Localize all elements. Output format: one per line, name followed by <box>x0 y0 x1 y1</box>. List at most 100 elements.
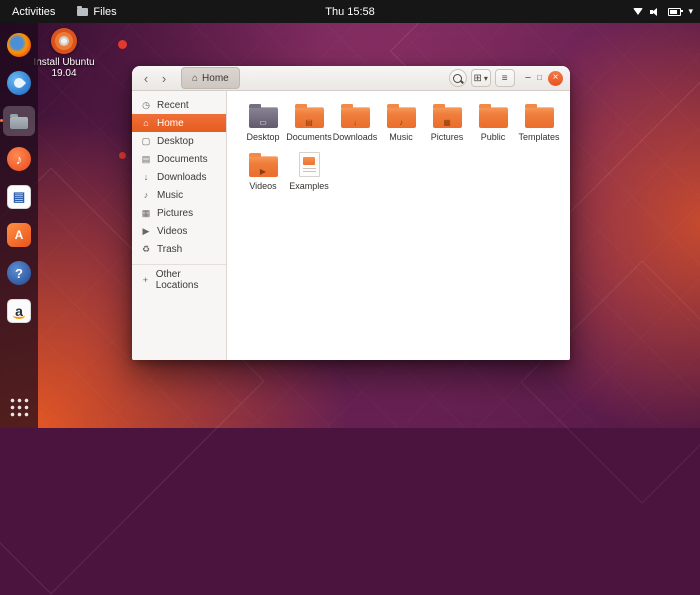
sidebar-item-label: Other Locations <box>156 269 217 291</box>
videos-icon: ▶ <box>141 226 151 237</box>
dock-item-help[interactable]: ? <box>3 258 35 288</box>
downloads-icon: ↓ <box>141 172 151 182</box>
file-item-examples[interactable]: Examples <box>286 150 332 191</box>
activities-button[interactable]: Activities <box>8 4 59 20</box>
file-item-templates[interactable]: Templates <box>516 101 562 142</box>
folder-icon: ↓ <box>341 107 370 128</box>
headerbar: ‹ › ⌂ Home ⊞ ▾ ≡ − □ × <box>132 66 570 91</box>
wallpaper-dot <box>119 152 126 159</box>
file-item-videos[interactable]: ▶ Videos <box>240 150 286 191</box>
places-sidebar: ◷ Recent ⌂ Home ▢ Desktop ▤ Documents ↓ … <box>132 91 227 360</box>
top-panel: Activities Files Thu 15:58 ▾ <box>0 0 700 23</box>
sidebar-item-other-locations[interactable]: + Other Locations <box>132 271 226 289</box>
folder-icon <box>479 107 508 128</box>
wallpaper-dot <box>118 40 127 49</box>
show-applications-button[interactable] <box>3 392 35 422</box>
file-item-public[interactable]: Public <box>470 101 516 142</box>
sidebar-item-label: Recent <box>157 100 189 111</box>
network-icon <box>633 8 643 15</box>
view-toggle-button[interactable]: ⊞ ▾ <box>471 69 491 87</box>
file-label: Documents <box>286 132 332 142</box>
clock-button[interactable]: Thu 15:58 <box>319 4 381 20</box>
home-icon: ⌂ <box>192 73 198 84</box>
app-menu-label: Files <box>93 6 116 18</box>
install-icon-label: Install Ubuntu 19.04 <box>32 57 96 79</box>
sidebar-item-recent[interactable]: ◷ Recent <box>132 96 226 114</box>
file-item-pictures[interactable]: ▦ Pictures <box>424 101 470 142</box>
recent-icon: ◷ <box>141 100 151 111</box>
sidebar-item-desktop[interactable]: ▢ Desktop <box>132 132 226 150</box>
battery-icon <box>668 8 681 16</box>
music-emblem-icon: ♪ <box>387 117 416 128</box>
minimize-button[interactable]: − <box>525 73 531 84</box>
search-button[interactable] <box>449 69 467 87</box>
dock-item-thunderbird[interactable] <box>3 68 35 98</box>
dock-item-libreoffice-writer[interactable]: ▤ <box>3 182 35 212</box>
file-label: Examples <box>289 181 329 191</box>
desktop-emblem-icon: ▭ <box>249 117 278 128</box>
sidebar-item-downloads[interactable]: ↓ Downloads <box>132 168 226 186</box>
path-home-button[interactable]: ⌂ Home <box>181 67 240 89</box>
document-icon <box>299 152 320 177</box>
file-item-documents[interactable]: ▤ Documents <box>286 101 332 142</box>
dock-item-firefox[interactable] <box>3 30 35 60</box>
app-menu-button[interactable]: Files <box>73 4 120 20</box>
close-button[interactable]: × <box>548 71 563 86</box>
sidebar-item-label: Home <box>157 118 184 129</box>
ubuntu-software-icon: A <box>7 223 31 247</box>
folder-icon: ▭ <box>249 107 278 128</box>
window-controls: − □ × <box>525 71 563 86</box>
file-item-downloads[interactable]: ↓ Downloads <box>332 101 378 142</box>
dock: ♪ ▤ A ? a <box>0 23 38 428</box>
sidebar-item-label: Pictures <box>157 208 193 219</box>
music-icon: ♪ <box>141 190 151 200</box>
file-item-music[interactable]: ♪ Music <box>378 101 424 142</box>
file-item-desktop[interactable]: ▭ Desktop <box>240 101 286 142</box>
install-ubuntu-desktop-icon[interactable]: Install Ubuntu 19.04 <box>32 28 96 79</box>
sidebar-item-label: Trash <box>157 244 182 255</box>
back-button[interactable]: ‹ <box>139 72 153 85</box>
sidebar-item-music[interactable]: ♪ Music <box>132 186 226 204</box>
sidebar-item-label: Desktop <box>157 136 194 147</box>
folder-icon <box>525 107 554 128</box>
menu-button[interactable]: ≡ <box>495 69 515 87</box>
install-cd-icon <box>51 28 77 54</box>
system-status-area[interactable]: ▾ <box>633 0 693 23</box>
dock-item-rhythmbox[interactable]: ♪ <box>3 144 35 174</box>
sidebar-item-label: Documents <box>157 154 208 165</box>
grid-view-icon: ⊞ <box>474 73 482 84</box>
sidebar-item-videos[interactable]: ▶ Videos <box>132 222 226 240</box>
sidebar-item-documents[interactable]: ▤ Documents <box>132 150 226 168</box>
search-icon <box>453 74 462 83</box>
documents-emblem-icon: ▤ <box>295 117 324 128</box>
sidebar-item-label: Downloads <box>157 172 206 183</box>
rhythmbox-icon: ♪ <box>7 147 31 171</box>
file-label: Downloads <box>333 132 378 142</box>
file-label: Music <box>389 132 413 142</box>
help-icon: ? <box>7 261 31 285</box>
hamburger-icon: ≡ <box>502 73 508 84</box>
dock-item-ubuntu-software[interactable]: A <box>3 220 35 250</box>
show-applications-grid-icon <box>10 398 29 417</box>
home-icon: ⌂ <box>141 118 151 128</box>
sidebar-divider <box>132 264 226 265</box>
file-label: Public <box>481 132 506 142</box>
downloads-emblem-icon: ↓ <box>341 117 370 128</box>
forward-button[interactable]: › <box>157 72 171 85</box>
sidebar-item-pictures[interactable]: ▦ Pictures <box>132 204 226 222</box>
file-view: ▭ Desktop ▤ Documents ↓ Downloads ♪ Musi… <box>228 91 570 360</box>
dock-item-files[interactable] <box>3 106 35 136</box>
firefox-icon <box>7 33 31 57</box>
files-icon <box>7 109 31 133</box>
sidebar-item-label: Music <box>157 190 183 201</box>
sidebar-item-trash[interactable]: ♻ Trash <box>132 240 226 258</box>
folder-icon: ▶ <box>249 156 278 177</box>
sidebar-item-home[interactable]: ⌂ Home <box>132 114 226 132</box>
desktop-icon: ▢ <box>141 136 151 147</box>
libreoffice-writer-icon: ▤ <box>7 185 31 209</box>
file-label: Templates <box>518 132 559 142</box>
maximize-button[interactable]: □ <box>537 74 542 82</box>
dock-item-amazon[interactable]: a <box>3 296 35 326</box>
plus-icon: + <box>141 275 150 285</box>
files-app-icon <box>77 8 88 16</box>
